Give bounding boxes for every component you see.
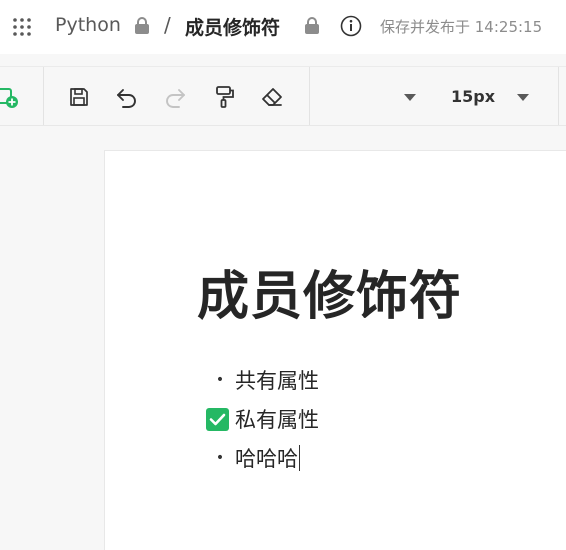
redo-icon[interactable] bbox=[162, 84, 188, 110]
info-icon[interactable] bbox=[340, 15, 362, 41]
save-status: 保存并发布于 14:25:15 bbox=[380, 18, 543, 36]
editor-toolbar: 15px bbox=[0, 66, 566, 126]
breadcrumb-app-name[interactable]: Python bbox=[55, 14, 121, 36]
style-dropdown-chevron-icon[interactable] bbox=[397, 84, 423, 110]
font-size-select[interactable]: 15px bbox=[451, 87, 495, 106]
format-painter-icon[interactable] bbox=[211, 84, 237, 110]
bullet-icon: • bbox=[215, 450, 225, 466]
app-grid-icon[interactable] bbox=[12, 17, 32, 37]
document-page[interactable]: 成员修饰符 • 共有属性 私有属性 • 哈哈哈 bbox=[104, 150, 566, 550]
toolbar-divider bbox=[43, 67, 44, 125]
list-item-text[interactable]: 共有属性 bbox=[235, 365, 319, 395]
list-item[interactable]: • 哈哈哈 bbox=[205, 443, 300, 473]
document-heading[interactable]: 成员修饰符 bbox=[197, 254, 462, 329]
save-icon[interactable] bbox=[66, 84, 92, 110]
toolbar-divider bbox=[309, 67, 310, 125]
breadcrumb-separator: / bbox=[164, 13, 171, 37]
page-title[interactable]: 成员修饰符 bbox=[185, 13, 280, 40]
task-item[interactable]: 私有属性 bbox=[205, 404, 319, 434]
insert-table-icon[interactable] bbox=[0, 84, 20, 110]
checkbox-checked-icon[interactable] bbox=[205, 407, 235, 432]
text-cursor bbox=[299, 445, 300, 471]
lock-icon bbox=[303, 16, 321, 40]
task-item-text[interactable]: 私有属性 bbox=[235, 404, 319, 434]
clear-format-icon[interactable] bbox=[259, 84, 285, 110]
list-item[interactable]: • 共有属性 bbox=[205, 365, 319, 395]
lock-icon bbox=[133, 16, 151, 40]
toolbar-divider bbox=[558, 67, 559, 125]
top-header: Python / 成员修饰符 保存并发布于 14:25:15 bbox=[0, 0, 566, 54]
undo-icon[interactable] bbox=[114, 84, 140, 110]
font-size-chevron-icon[interactable] bbox=[510, 84, 536, 110]
list-item-text[interactable]: 哈哈哈 bbox=[235, 443, 298, 473]
bullet-icon: • bbox=[215, 372, 225, 388]
